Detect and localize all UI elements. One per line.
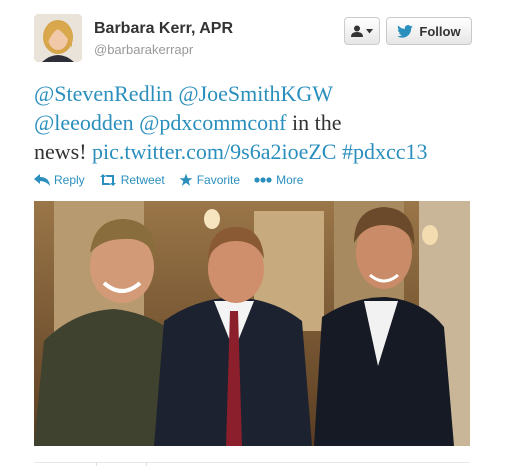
retweet-action[interactable]: Retweet xyxy=(99,173,165,187)
twitter-bird-icon xyxy=(397,24,414,38)
more-action[interactable]: More xyxy=(254,173,303,187)
mention-link[interactable]: @leeodden xyxy=(34,110,134,135)
divider-tick xyxy=(96,462,97,466)
more-label: More xyxy=(276,173,304,187)
mention-link[interactable]: @pdxcommconf xyxy=(139,110,286,135)
avatar[interactable] xyxy=(34,14,82,62)
mention-link[interactable]: @JoeSmithKGW xyxy=(178,81,333,106)
divider-tick xyxy=(146,462,147,466)
tweet-text-part: news! xyxy=(34,139,93,164)
media-link[interactable]: pic.twitter.com/9s6a2ioeZC xyxy=(92,139,336,164)
retweet-label: Retweet xyxy=(120,173,165,187)
reply-action[interactable]: Reply xyxy=(34,173,85,187)
reply-label: Reply xyxy=(54,173,85,187)
user-actions-button[interactable] xyxy=(344,17,380,45)
tweet-text: @StevenRedlin @JoeSmithKGW @leeodden @pd… xyxy=(34,79,494,166)
user-icon xyxy=(351,25,363,37)
retweet-icon xyxy=(99,174,116,186)
more-dots-icon xyxy=(254,177,272,183)
hashtag-link[interactable]: #pdxcc13 xyxy=(342,139,428,164)
favorite-label: Favorite xyxy=(196,173,241,187)
follow-button[interactable]: Follow xyxy=(386,17,472,45)
chevron-down-icon xyxy=(366,28,373,33)
star-icon xyxy=(179,173,193,186)
favorite-action[interactable]: Favorite xyxy=(179,173,240,187)
tweet-photo[interactable] xyxy=(34,201,470,446)
tweet-actions: Reply Retweet Favorite More xyxy=(34,173,303,187)
reply-icon xyxy=(34,174,50,186)
follow-label: Follow xyxy=(419,23,461,39)
username[interactable]: @barbarakerrapr xyxy=(94,42,193,57)
divider xyxy=(34,462,470,463)
display-name[interactable]: Barbara Kerr, APR xyxy=(94,20,233,38)
tweet-text-part: in the xyxy=(286,110,342,135)
mention-link[interactable]: @StevenRedlin xyxy=(34,81,173,106)
